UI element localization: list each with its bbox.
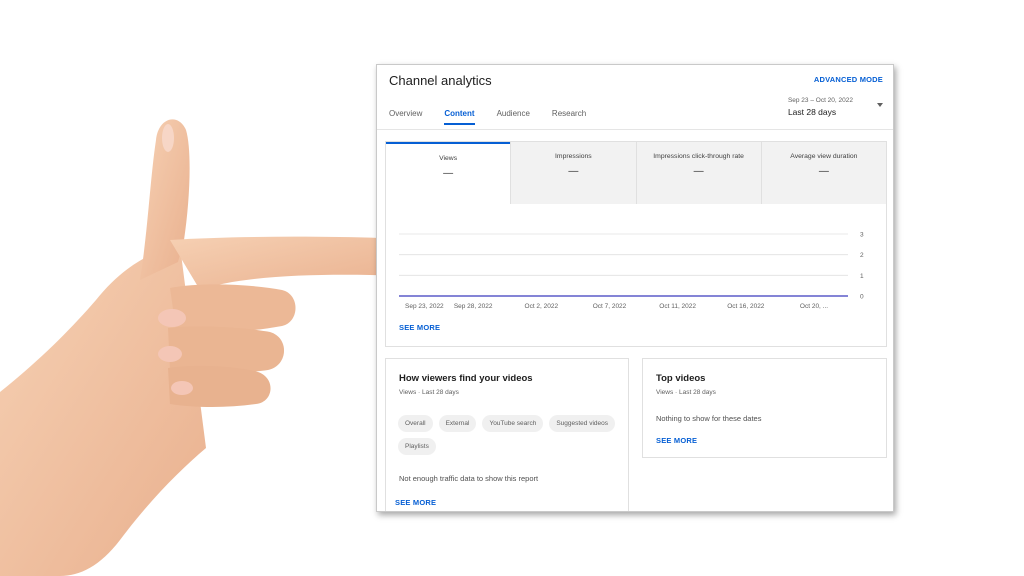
x-tick-label: Sep 28, 2022 [454,303,493,310]
tab-content[interactable]: Content [444,109,475,125]
chip-external[interactable]: External [438,415,477,432]
y-tick-label: 3 [860,232,864,239]
metric-value: — [568,166,579,177]
metric-tab-ctr[interactable]: Impressions click-through rate — [635,142,761,204]
dropdown-caret-icon[interactable] [877,103,883,107]
x-tick-label: Oct 11, 2022 [659,303,696,310]
traffic-see-more-link[interactable]: SEE MORE [395,498,436,507]
x-tick-label: Sep 23, 2022 [405,303,444,310]
metric-label: Average view duration [790,153,858,160]
card-subtitle: Views · Last 28 days [656,389,716,396]
metric-label: Impressions [555,153,592,160]
tab-bar: Overview Content Audience Research [389,109,608,125]
card-title: How viewers find your videos [399,373,533,384]
chip-youtube-search[interactable]: YouTube search [482,415,544,432]
metric-tabs: Views — Impressions — Impressions click-… [386,142,886,204]
traffic-sources-card: How viewers find your videos Views · Las… [385,358,629,511]
tab-research[interactable]: Research [552,109,586,124]
metrics-card: Views — Impressions — Impressions click-… [385,141,887,347]
y-tick-label: 2 [860,252,864,259]
analytics-panel: Channel analytics ADVANCED MODE Overview… [376,64,894,512]
advanced-mode-link[interactable]: ADVANCED MODE [814,75,883,84]
x-tick-label: Oct 16, 2022 [727,303,765,310]
metric-label: Views [439,155,458,162]
x-tick-label: Oct 2, 2022 [525,303,559,310]
top-videos-see-more-link[interactable]: SEE MORE [656,436,697,445]
pointing-hand-illustration [0,119,411,576]
metric-tab-avg-duration[interactable]: Average view duration — [760,142,886,204]
chart-see-more-link[interactable]: SEE MORE [399,323,440,332]
card-title: Top videos [656,373,706,384]
traffic-chip-group: Overall External YouTube search Suggeste… [398,415,618,455]
metric-value: — [443,168,454,179]
metric-tab-impressions[interactable]: Impressions — [510,142,636,204]
x-tick-label: Oct 7, 2022 [593,303,627,310]
chip-playlists[interactable]: Playlists [398,438,436,455]
views-line-chart: 0 1 2 3 Sep 23, 2022 Sep 28, 2022 Oct 2, 2022 O… [399,232,864,310]
card-subtitle: Views · Last 28 days [399,389,459,396]
x-tick-label: Oct 20, ... [800,303,828,310]
chip-overall[interactable]: Overall [398,415,433,432]
page-title: Channel analytics [389,73,492,88]
top-videos-card: Top videos Views · Last 28 days Nothing … [642,358,887,458]
metric-value: — [818,166,829,177]
metric-tab-views[interactable]: Views — [386,142,511,204]
y-tick-label: 0 [860,294,864,301]
tab-audience[interactable]: Audience [497,109,530,124]
date-range-label: Last 28 days [787,107,837,117]
metric-label: Impressions click-through rate [653,153,744,160]
date-range-dates: Sep 23 – Oct 20, 2022 [787,97,853,104]
y-tick-label: 1 [860,273,864,280]
date-range-selector[interactable]: Sep 23 – Oct 20, 2022 Last 28 days [788,97,853,117]
metric-value: — [693,166,704,177]
chip-suggested-videos[interactable]: Suggested videos [549,415,615,432]
empty-state-message: Nothing to show for these dates [656,414,762,423]
empty-state-message: Not enough traffic data to show this rep… [399,474,539,483]
tab-overview[interactable]: Overview [389,109,422,124]
header-divider [377,129,893,130]
